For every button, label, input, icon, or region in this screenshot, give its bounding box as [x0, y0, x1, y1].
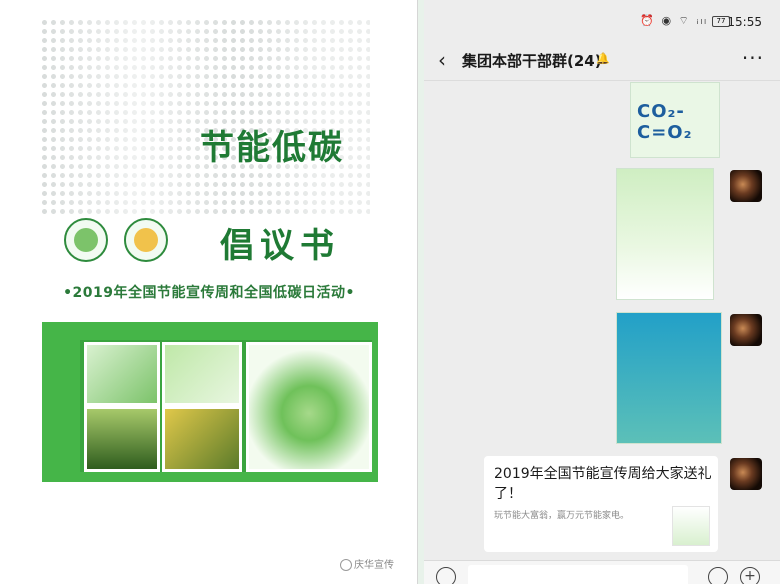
wechat-icon: [340, 559, 352, 571]
campaign-logo-icon: [124, 218, 168, 262]
plus-icon[interactable]: +: [740, 567, 760, 584]
emoji-icon[interactable]: [708, 567, 728, 584]
watermark: 庆华宣传: [340, 556, 394, 571]
leaf-photo: [162, 342, 242, 406]
chat-image-poster[interactable]: [616, 168, 714, 300]
link-card[interactable]: 2019年全国节能宣传周给大家送礼了！ 玩节能大富翁，赢万元节能家电。: [484, 456, 718, 552]
status-time: 15:55: [727, 15, 762, 29]
status-icons: ⏰ ◉ ⌔ ᵢₗₗ: [640, 14, 708, 27]
scale-photo: [162, 406, 242, 472]
link-card-thumbnail: [672, 506, 710, 546]
globe-hands-photo: [246, 342, 372, 472]
avatar[interactable]: [730, 458, 762, 490]
link-card-desc: 玩节能大富翁，赢万元节能家电。: [494, 511, 630, 521]
poster-title: 节能低碳: [200, 128, 344, 168]
back-arrow-icon[interactable]: ‹: [438, 48, 446, 72]
group-title: 集团本部干部群(24): [462, 52, 602, 70]
chat-header: ‹ 集团本部干部群(24) 🔔 ···: [424, 38, 780, 81]
bulb-photo: [84, 342, 160, 406]
chat-image-co2[interactable]: CO₂-C=O₂: [630, 82, 720, 158]
poster-event-line: •2019年全国节能宣传周和全国低碳日活动•: [63, 285, 355, 301]
voice-icon[interactable]: [436, 567, 456, 584]
avatar[interactable]: [730, 170, 762, 202]
input-bar: +: [424, 560, 780, 584]
chat-image-tips[interactable]: [616, 312, 722, 444]
link-card-title: 2019年全国节能宣传周给大家送礼了！: [494, 466, 712, 502]
more-options-button[interactable]: ···: [742, 46, 764, 70]
poster-image: 节能低碳 倡议书 •2019年全国节能宣传周和全国低碳日活动• 庆华宣传: [0, 0, 418, 584]
avatar[interactable]: [730, 314, 762, 346]
poster-subtitle-title: 倡议书: [220, 226, 340, 266]
sprout-photo: [84, 406, 160, 472]
chat-screen: ⏰ ◉ ⌔ ᵢₗₗ 77 15:55 ‹ 集团本部干部群(24) 🔔 ··· C…: [424, 0, 780, 584]
org-logo-icon: [64, 218, 108, 262]
message-input[interactable]: [468, 565, 688, 584]
mute-bell-icon: 🔔: [596, 52, 610, 65]
status-bar: ⏰ ◉ ⌔ ᵢₗₗ 77 15:55: [424, 0, 780, 38]
